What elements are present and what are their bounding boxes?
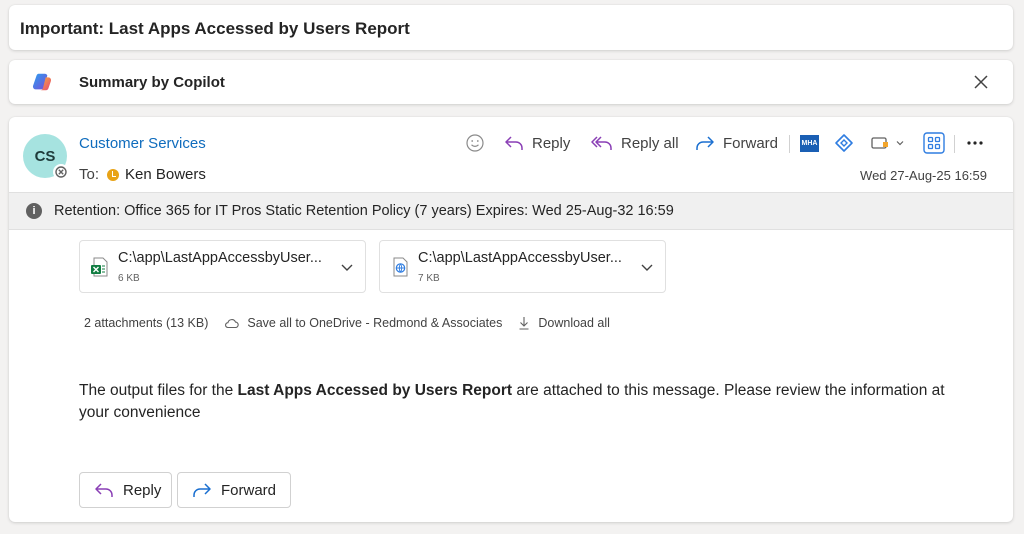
message-body: The output files for the Last Apps Acces… (79, 380, 979, 424)
forward-label: Forward (723, 134, 779, 152)
retention-text: Retention: Office 365 for IT Pros Static… (54, 203, 674, 219)
attachment-size: 6 KB (118, 273, 140, 284)
subject-card: Important: Last Apps Accessed by Users R… (9, 5, 1013, 50)
attachment-name: C:\app\LastAppAccessbyUser... (118, 250, 322, 266)
attachment-count: 2 attachments (13 KB) (84, 316, 209, 330)
message-toolbar: Reply Reply all Forward MHA (9, 127, 1013, 159)
insights-dropdown-button[interactable] (870, 127, 906, 159)
mha-badge-label: MHA (801, 139, 818, 147)
info-icon: i (26, 203, 42, 219)
tag-card-icon (871, 137, 888, 149)
more-actions-button[interactable] (966, 127, 984, 159)
recipient-name[interactable]: Ken Bowers (125, 166, 206, 183)
copilot-summary-label[interactable]: Summary by Copilot (79, 74, 225, 91)
reply-icon (95, 483, 113, 497)
reply-footer-label: Reply (123, 481, 162, 499)
loop-addin-button[interactable] (834, 127, 854, 159)
emoji-react-button[interactable] (465, 127, 485, 159)
save-all-label: Save all to OneDrive - Redmond & Associa… (247, 316, 503, 330)
excel-file-icon (91, 257, 108, 277)
reply-all-icon (591, 136, 612, 150)
close-icon[interactable] (972, 73, 990, 91)
attachment-name: C:\app\LastAppAccessbyUser... (418, 250, 622, 266)
reply-all-label: Reply all (621, 134, 679, 152)
download-all-button[interactable]: Download all (518, 316, 610, 330)
chevron-down-icon[interactable] (639, 259, 655, 275)
copilot-summary-bar[interactable]: Summary by Copilot (9, 60, 1013, 104)
forward-footer-label: Forward (221, 481, 277, 499)
received-date: Wed 27-Aug-25 16:59 (860, 168, 987, 183)
apps-button[interactable] (923, 127, 945, 159)
save-all-onedrive-button[interactable]: Save all to OneDrive - Redmond & Associa… (224, 316, 502, 330)
toolbar-divider (789, 135, 790, 153)
download-all-label: Download all (538, 316, 610, 330)
smiley-icon (466, 134, 484, 152)
email-subject: Important: Last Apps Accessed by Users R… (20, 19, 410, 38)
attachment-size: 7 KB (418, 273, 440, 284)
chevron-down-icon (896, 141, 904, 146)
toolbar-divider (954, 135, 955, 153)
forward-footer-button[interactable]: Forward (177, 472, 291, 508)
presence-blocked-icon (53, 164, 69, 180)
forward-icon (696, 136, 714, 150)
html-file-icon (393, 257, 408, 277)
attachments-summary-bar: 2 attachments (13 KB) Save all to OneDri… (84, 316, 610, 330)
reply-footer-button[interactable]: Reply (79, 472, 172, 508)
body-text-prefix: The output files for the (79, 382, 238, 399)
message-card: CS Customer Services To: Ken Bowers Repl… (9, 117, 1013, 522)
cloud-icon (225, 319, 240, 329)
more-horizontal-icon (967, 141, 983, 145)
chevron-down-icon[interactable] (339, 259, 355, 275)
forward-button[interactable]: Forward (695, 127, 778, 159)
body-report-name: Last Apps Accessed by Users Report (237, 382, 513, 399)
copilot-icon (32, 73, 52, 91)
reply-label: Reply (532, 134, 571, 152)
to-label: To: (79, 166, 100, 183)
attachment-card[interactable]: C:\app\LastAppAccessbyUser... 6 KB (79, 240, 366, 293)
reply-button[interactable]: Reply (504, 127, 570, 159)
reply-icon (505, 136, 523, 150)
link-diamond-icon (835, 134, 853, 152)
attachment-card[interactable]: C:\app\LastAppAccessbyUser... 7 KB (379, 240, 666, 293)
download-icon (519, 317, 529, 330)
retention-banner: i Retention: Office 365 for IT Pros Stat… (9, 192, 1013, 230)
apps-grid-icon (923, 132, 945, 154)
mha-icon: MHA (800, 134, 819, 152)
reply-all-button[interactable]: Reply all (591, 127, 679, 159)
recipient-line: To: Ken Bowers (79, 166, 206, 183)
away-status-icon (107, 168, 120, 181)
message-header-analyzer-button[interactable]: MHA (800, 127, 819, 159)
forward-icon (193, 483, 211, 497)
